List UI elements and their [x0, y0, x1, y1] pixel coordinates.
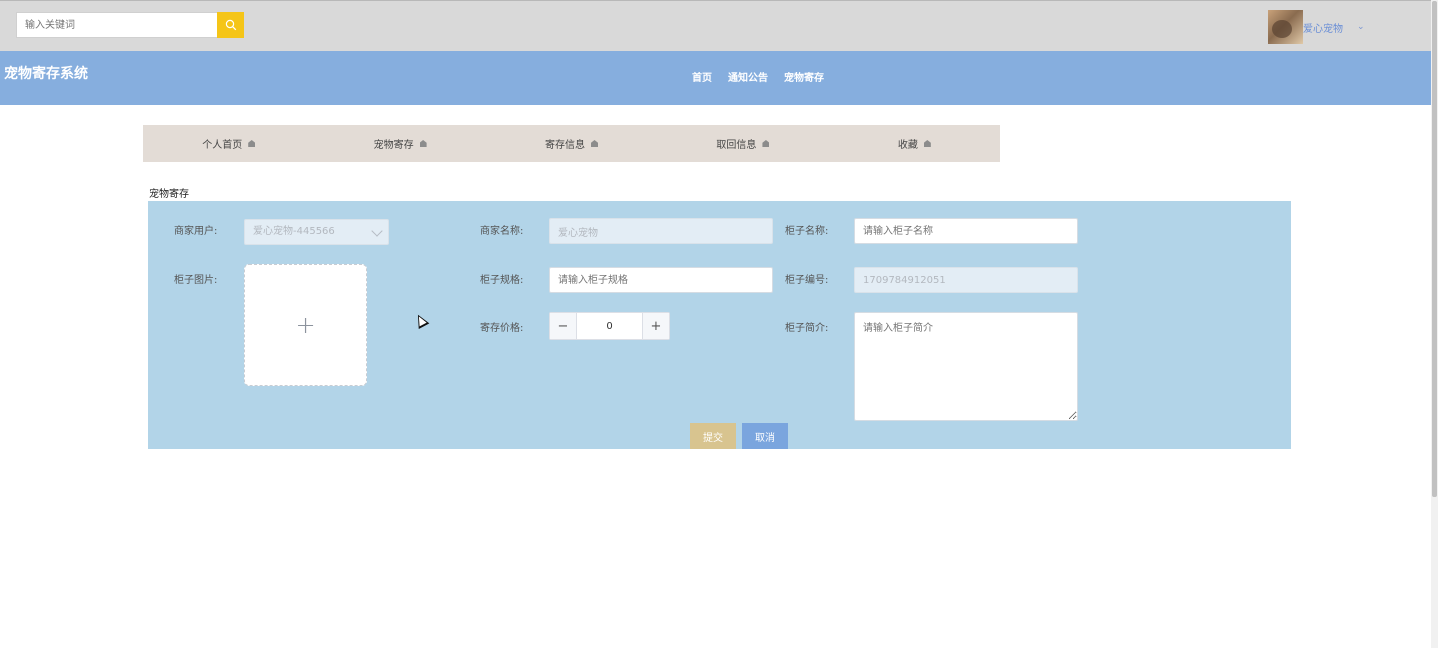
merchant-user-select[interactable]: 爱心宠物-445566 [244, 219, 389, 245]
chevron-down-icon [371, 225, 383, 237]
cabinet-name-field[interactable] [854, 218, 1078, 244]
top-bar: 爱心宠物 ⌄ [0, 0, 1438, 51]
nav-link-notices[interactable]: 通知公告 [728, 69, 768, 84]
cancel-button[interactable]: 取消 [742, 423, 788, 449]
section-title: 宠物寄存 [149, 189, 189, 200]
merchant-user-label: 商家用户: [174, 226, 218, 237]
tab-storage-info[interactable]: 寄存信息 [486, 125, 657, 162]
submit-button[interactable]: 提交 [690, 423, 736, 449]
tab-retrieve-info[interactable]: 取回信息 [657, 125, 828, 162]
plus-icon: + [295, 311, 316, 339]
tab-label: 寄存信息 [545, 140, 586, 151]
home-icon [419, 140, 427, 147]
center-tabs: 个人首页 宠物寄存 寄存信息 取回信息 收藏 [143, 125, 1000, 162]
tab-favorites[interactable]: 收藏 [829, 125, 1000, 162]
cabinet-image-label: 柜子图片: [174, 275, 218, 286]
home-icon [923, 140, 931, 147]
cabinet-no-label: 柜子编号: [785, 275, 829, 286]
increment-button[interactable]: + [642, 313, 669, 339]
image-upload[interactable]: + [244, 264, 367, 386]
intro-label: 柜子简介: [785, 323, 829, 334]
tab-label: 个人首页 [202, 140, 243, 151]
price-label: 寄存价格: [480, 323, 524, 334]
nav-link-home[interactable]: 首页 [692, 69, 712, 84]
nav-link-pet-storage[interactable]: 宠物寄存 [784, 69, 824, 84]
tab-pet-storage[interactable]: 宠物寄存 [314, 125, 485, 162]
scrollbar[interactable] [1431, 0, 1438, 648]
site-title: 宠物寄存系统 [4, 66, 88, 82]
nav-links: 首页 通知公告 宠物寄存 [684, 69, 832, 84]
decrement-button[interactable]: − [550, 313, 577, 339]
search-button[interactable] [217, 12, 244, 38]
search-input[interactable] [16, 12, 217, 38]
merchant-name-field [549, 218, 773, 244]
scrollbar-thumb[interactable] [1432, 1, 1437, 497]
cabinet-spec-field[interactable] [549, 267, 773, 293]
intro-textarea[interactable] [854, 312, 1078, 421]
tab-profile[interactable]: 个人首页 [143, 125, 314, 162]
price-stepper[interactable]: − 0 + [549, 312, 670, 340]
merchant-user-value: 爱心宠物-445566 [253, 226, 335, 237]
home-icon [762, 140, 770, 147]
search-icon [225, 19, 236, 31]
chevron-down-icon[interactable]: ⌄ [1357, 22, 1365, 32]
tab-label: 宠物寄存 [373, 140, 414, 151]
price-value[interactable]: 0 [577, 313, 642, 339]
cabinet-no-field [854, 267, 1078, 293]
username[interactable]: 爱心宠物 [1303, 20, 1343, 35]
main-navbar: 宠物寄存系统 首页 通知公告 宠物寄存 [0, 51, 1431, 105]
home-icon [591, 140, 599, 147]
cabinet-spec-label: 柜子规格: [480, 275, 524, 286]
tab-label: 取回信息 [716, 140, 757, 151]
storage-form: 商家用户: 爱心宠物-445566 商家名称: 柜子名称: 柜子图片: + 柜子… [148, 201, 1291, 449]
home-icon [248, 140, 256, 147]
merchant-name-label: 商家名称: [480, 226, 524, 237]
avatar[interactable] [1268, 10, 1303, 44]
cabinet-name-label: 柜子名称: [785, 226, 829, 237]
tab-label: 收藏 [897, 140, 918, 151]
user-menu[interactable]: 爱心宠物 ⌄ [1268, 10, 1365, 44]
